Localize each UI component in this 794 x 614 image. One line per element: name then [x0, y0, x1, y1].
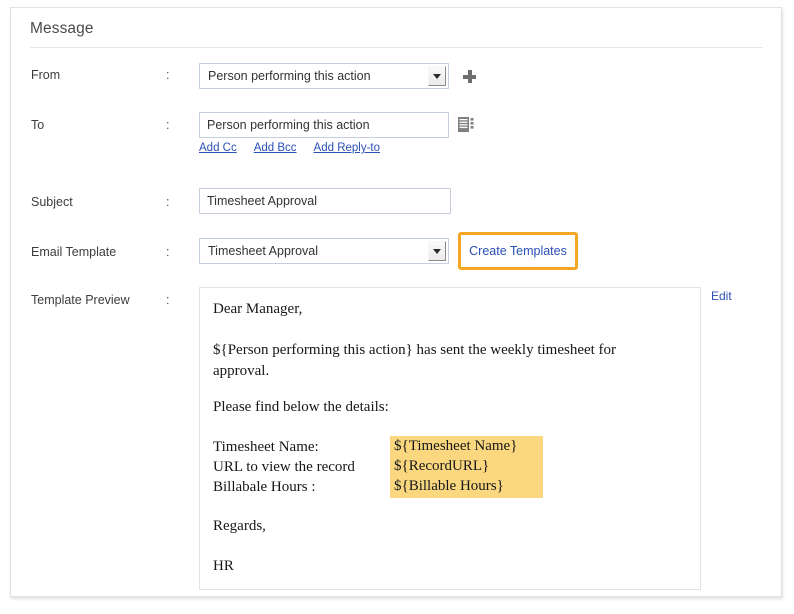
preview-merge-tag-1: ${RecordURL} — [390, 456, 543, 478]
preview-merge-tag-0: ${Timesheet Name} — [390, 436, 543, 458]
to-input[interactable] — [199, 112, 449, 138]
template-preview-label: Template Preview — [31, 293, 130, 307]
preview-detail-label-0: Timesheet Name: — [213, 439, 319, 456]
email-template-label: Email Template — [31, 245, 116, 259]
to-label: To — [31, 118, 44, 132]
from-label: From — [31, 68, 60, 82]
preview-signature: HR — [213, 558, 234, 575]
email-template-control: Timesheet Approval — [199, 238, 449, 269]
template-preview-colon: : — [166, 293, 169, 307]
from-control: Person performing this action — [199, 63, 449, 94]
email-template-select-value: Timesheet Approval — [208, 239, 318, 263]
add-bcc-link[interactable]: Add Bcc — [254, 142, 297, 154]
to-colon: : — [166, 118, 169, 132]
email-template-colon: : — [166, 245, 169, 259]
subject-colon: : — [166, 195, 169, 209]
add-reply-to-link[interactable]: Add Reply-to — [314, 142, 380, 154]
preview-detail-label-2: Billabale Hours : — [213, 479, 315, 496]
create-templates-highlight: Create Templates — [458, 232, 578, 270]
page-title: Message — [30, 20, 94, 37]
preview-details-intro: Please find below the details: — [213, 399, 389, 416]
from-select-value: Person performing this action — [208, 64, 371, 88]
from-colon: : — [166, 68, 169, 82]
plus-icon[interactable] — [463, 70, 476, 83]
subject-input[interactable] — [199, 188, 451, 214]
to-extra-links: Add Cc Add Bcc Add Reply-to — [199, 142, 380, 154]
chevron-down-icon[interactable] — [428, 241, 446, 261]
add-cc-link[interactable]: Add Cc — [199, 142, 237, 154]
preview-detail-label-1: URL to view the record — [213, 459, 355, 476]
create-templates-link[interactable]: Create Templates — [469, 244, 567, 258]
subject-control — [199, 188, 451, 214]
preview-body: ${Person performing this action} has sen… — [213, 340, 655, 382]
subject-label: Subject — [31, 195, 73, 209]
template-preview-panel: Dear Manager, ${Person performing this a… — [199, 287, 701, 590]
preview-closing: Regards, — [213, 518, 266, 535]
chevron-down-icon[interactable] — [428, 66, 446, 86]
message-card: Message From : Person performing this ac… — [10, 7, 782, 597]
to-control — [199, 112, 449, 138]
edit-link[interactable]: Edit — [711, 289, 732, 303]
card-header: Message — [30, 20, 763, 48]
preview-merge-tag-2: ${Billable Hours} — [390, 476, 543, 498]
from-select[interactable]: Person performing this action — [199, 63, 449, 89]
address-book-icon[interactable] — [458, 117, 474, 132]
email-template-select[interactable]: Timesheet Approval — [199, 238, 449, 264]
preview-greeting: Dear Manager, — [213, 301, 302, 318]
